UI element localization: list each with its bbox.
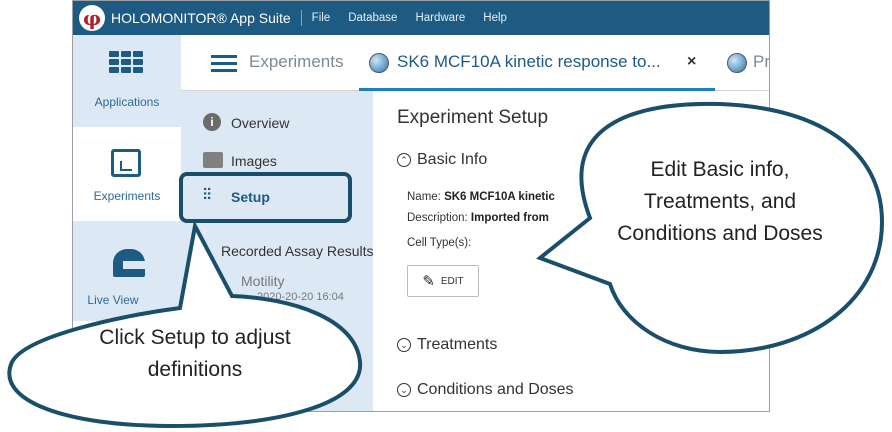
callout-left-text: Click Setup to adjust definitions [99, 326, 291, 381]
callout-right-text: Edit Basic info, Treatments, and Conditi… [617, 158, 823, 245]
